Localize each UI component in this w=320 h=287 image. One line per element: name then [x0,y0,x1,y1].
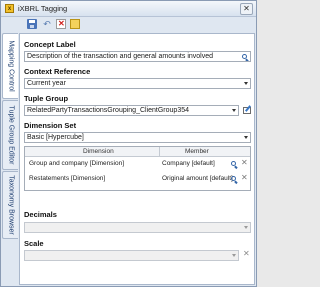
context-reference-dropdown[interactable]: Current year [24,78,251,89]
tuple-group-heading: Tuple Group [24,94,69,103]
table-row[interactable]: Restatements [Dimension] Original amount… [25,173,250,185]
mapping-control-panel: Concept Label Description of the transac… [19,33,255,285]
chevron-down-icon [232,109,236,112]
dimension-set-value: Basic [Hypercube] [27,134,84,141]
window-title: iXBRL Tagging [18,4,68,13]
context-reference-value: Current year [27,80,66,87]
concept-label-heading: Concept Label [24,40,76,49]
tab-taxonomy-browser[interactable]: Taxonomy Browser [2,171,18,239]
concept-label-field[interactable]: Description of the transaction and gener… [24,51,251,62]
tab-tuple-group-editor[interactable]: Tuple Group Editor [2,100,18,170]
search-icon[interactable] [231,161,236,166]
title-bar: x iXBRL Tagging ✕ [1,1,256,17]
scale-dropdown[interactable] [24,250,239,261]
chevron-down-icon [232,254,236,257]
chevron-down-icon [244,136,248,139]
close-button[interactable]: ✕ [240,3,253,15]
chevron-down-icon [244,82,248,85]
note-icon[interactable] [70,19,80,29]
toolbar: ↶ [23,18,254,31]
edit-tuple-icon[interactable] [243,107,251,114]
search-icon[interactable] [231,176,236,181]
scale-heading: Scale [24,239,44,248]
column-header-member: Member [185,148,209,155]
tab-mapping-control[interactable]: Mapping Control [2,33,18,99]
tab-taxonomy-browser-label: Taxonomy Browser [7,175,14,235]
dimension-cell: Group and company [Dimension] [29,160,125,167]
tab-mapping-control-label: Mapping Control [7,40,14,92]
tuple-group-dropdown[interactable]: RelatedPartyTransactionsGrouping_ClientG… [24,105,239,116]
context-reference-heading: Context Reference [24,67,91,76]
remove-icon[interactable]: ✕ [241,158,248,167]
table-row[interactable]: Group and company [Dimension] Company [d… [25,158,250,170]
member-cell: Company [default] [162,160,215,167]
dimension-set-heading: Dimension Set [24,121,77,130]
chevron-down-icon [244,226,248,229]
clear-scale-icon[interactable]: ✕ [243,249,250,258]
decimals-heading: Decimals [24,210,57,219]
dimension-cell: Restatements [Dimension] [29,175,106,182]
decimals-dropdown[interactable] [24,222,251,233]
member-cell: Original amount [default] [162,175,233,182]
tab-tuple-group-editor-label: Tuple Group Editor [7,105,14,165]
remove-icon[interactable]: ✕ [241,173,248,182]
side-tab-strip: Mapping Control Tuple Group Editor Taxon… [2,33,19,285]
ixbrl-tagging-window: x iXBRL Tagging ✕ ↶ Mapping Control Tupl… [0,0,257,287]
app-icon: x [5,4,14,13]
dimensions-table: Dimension Member Group and company [Dime… [24,146,251,191]
concept-label-value: Description of the transaction and gener… [27,53,213,60]
save-icon[interactable] [27,19,37,29]
dimension-set-dropdown[interactable]: Basic [Hypercube] [24,132,251,143]
table-header: Dimension Member [25,147,250,157]
search-icon[interactable] [242,54,247,59]
column-header-dimension: Dimension [83,148,114,155]
delete-icon[interactable] [56,19,66,29]
tuple-group-value: RelatedPartyTransactionsGrouping_ClientG… [27,107,189,114]
undo-icon[interactable]: ↶ [42,19,52,29]
